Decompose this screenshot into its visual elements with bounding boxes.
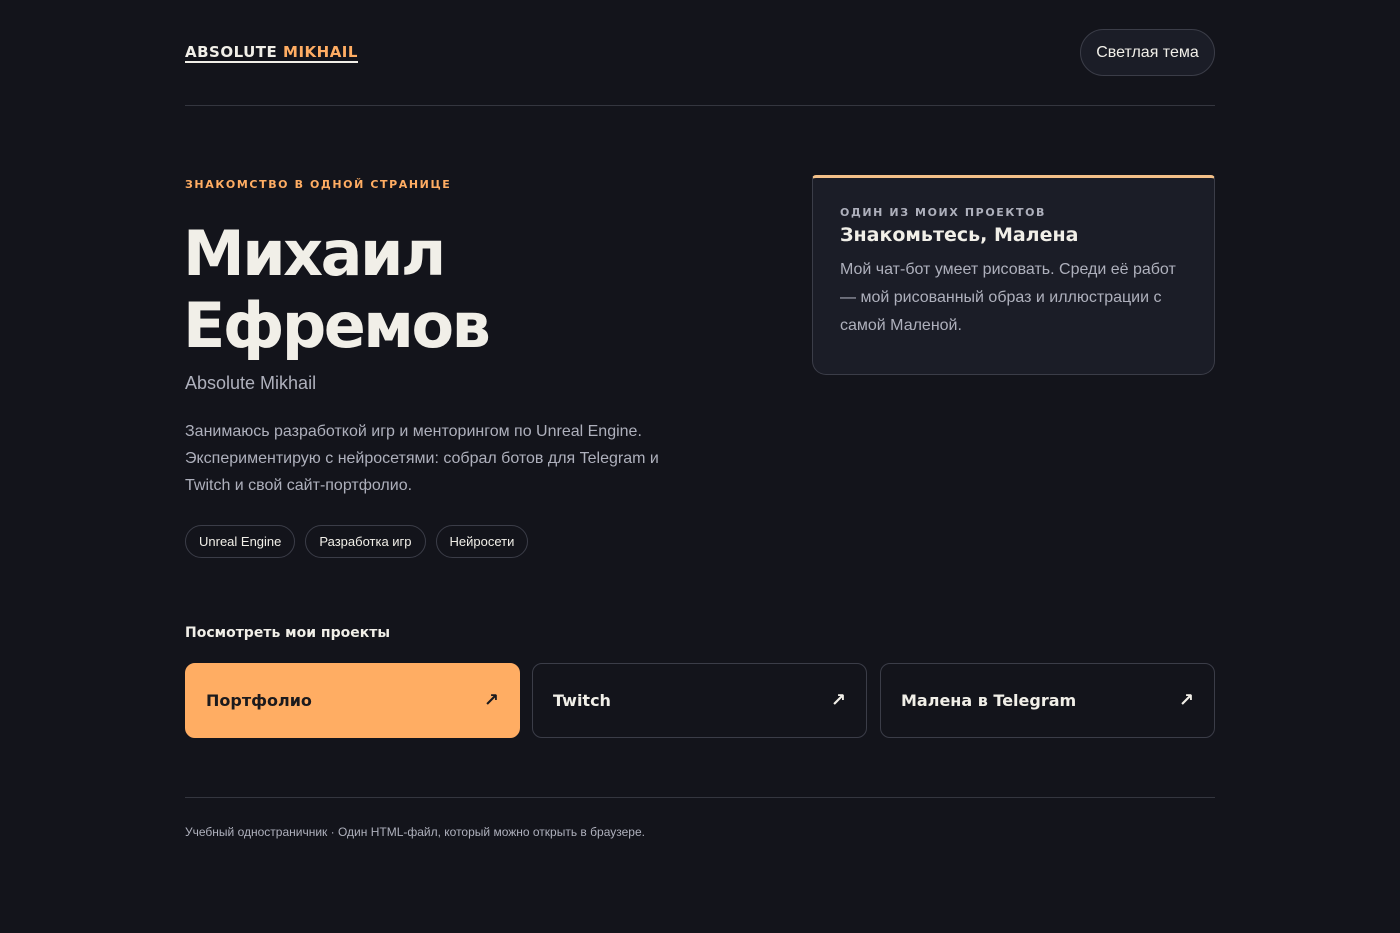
hero-eyebrow: ЗНАКОМСТВО В ОДНОЙ СТРАНИЦЕ xyxy=(185,178,452,191)
tag-neural-networks: Нейросети xyxy=(435,525,529,558)
portfolio-button[interactable]: Портфолио ↗ xyxy=(185,663,520,738)
portfolio-button-label: Портфолио xyxy=(206,691,312,710)
card-title: Знакомьтесь, Малена xyxy=(840,224,1079,246)
footer-divider xyxy=(185,797,1215,798)
twitch-button-label: Twitch xyxy=(553,691,611,710)
arrow-up-right-icon: ↗ xyxy=(830,690,846,711)
hero-first-name: Михаил xyxy=(183,217,446,290)
logo-word-absolute: ABSOLUTE xyxy=(185,43,278,61)
card-eyebrow: ОДИН ИЗ МОИХ ПРОЕКТОВ xyxy=(840,206,1047,219)
featured-project-card: ОДИН ИЗ МОИХ ПРОЕКТОВ Знакомьтесь, Мален… xyxy=(812,175,1215,375)
twitch-button[interactable]: Twitch ↗ xyxy=(532,663,867,738)
card-text: Мой чат-бот умеет рисовать. Среди её раб… xyxy=(840,261,1176,334)
arrow-up-right-icon: ↗ xyxy=(483,690,499,711)
tag-game-dev: Разработка игр xyxy=(305,525,426,558)
malena-telegram-button-label: Малена в Telegram xyxy=(901,691,1077,710)
footer-text: Учебный одностраничник · Один HTML-файл,… xyxy=(185,825,645,839)
tag-unreal-engine: Unreal Engine xyxy=(185,525,296,558)
site-logo[interactable]: ABSOLUTE MIKHAIL xyxy=(185,44,358,63)
hero-last-name: Ефремов xyxy=(183,289,491,362)
tag-list: Unreal Engine Разработка игр Нейросети xyxy=(185,525,529,558)
projects-heading: Посмотреть мои проекты xyxy=(185,625,390,641)
hero-name: Михаил Ефремов xyxy=(183,217,491,362)
malena-telegram-button[interactable]: Малена в Telegram ↗ xyxy=(880,663,1215,738)
logo-word-mikhail: MIKHAIL xyxy=(283,43,358,61)
theme-toggle-button[interactable]: Светлая тема xyxy=(1080,29,1215,76)
hero-bio: Занимаюсь разработкой игр и менторингом … xyxy=(185,423,659,494)
header-divider xyxy=(185,105,1215,106)
hero-alias: Absolute Mikhail xyxy=(185,373,317,393)
page: ABSOLUTE MIKHAIL Светлая тема ЗНАКОМСТВО… xyxy=(0,0,1400,933)
arrow-up-right-icon: ↗ xyxy=(1178,690,1194,711)
